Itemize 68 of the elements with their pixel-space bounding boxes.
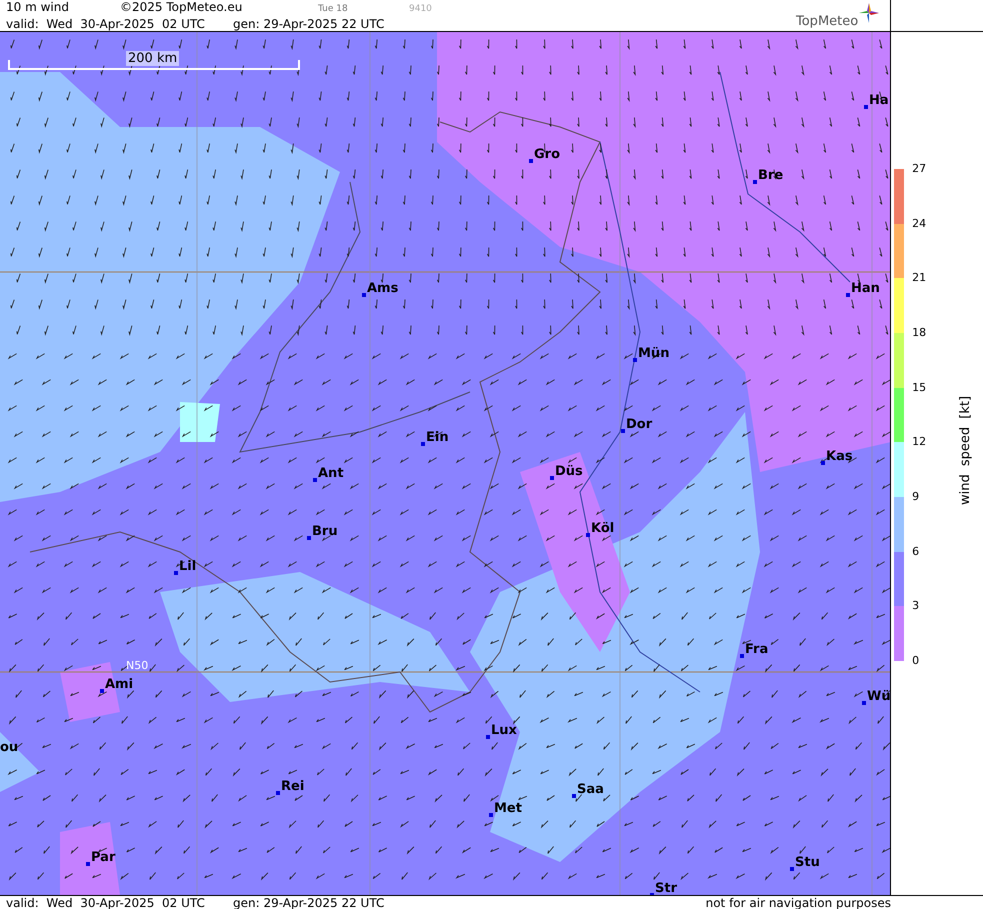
scale-tick-label: 24 [912,216,926,231]
city-marker-icon [753,180,757,184]
city-marker-icon [740,654,744,658]
legend-title: wind speed [kt] [958,395,973,505]
copyright-text: ©2025 TopMeteo.eu [120,0,244,14]
latitude-label: N50 [126,659,148,672]
scale-tick-label: 0 [912,654,920,668]
city-label: Bru [312,524,338,539]
city-marker-icon [633,358,637,362]
city-marker-icon [100,689,104,693]
scale-tick-label: 18 [912,326,926,340]
city-marker-icon [362,293,366,297]
city-marker-icon [421,442,425,446]
scale-tick-label: 12 [912,435,926,450]
city-marker-icon [862,701,866,705]
city-label: Lil [179,559,196,574]
city-label: Han [851,281,880,296]
city-label: Ein [426,430,449,445]
city-label: Str [655,881,677,895]
city-label: Fra [745,642,768,657]
city-label: Dor [626,417,652,432]
city-label: Ams [367,281,398,296]
city-marker-icon [586,533,590,537]
generated-time: gen: 29-Apr-2025 22 UTC [233,16,384,32]
city-marker-icon [550,476,554,480]
city-label: Kas [826,449,853,464]
scale-tick-label: 6 [912,544,920,559]
logo-text: TopMeteo [796,14,858,29]
city-label: Gro [534,147,560,162]
city-label: Lux [491,723,517,738]
city-label: Rei [281,779,304,794]
city-marker-icon [790,867,794,871]
scale-tick-label: 15 [912,380,926,395]
city-label: Ant [318,466,344,481]
city-marker-icon [307,536,311,540]
city-label: Met [494,801,522,816]
city-marker-icon [621,429,625,433]
valid-time: valid: Wed 30-Apr-2025 02 UTC [6,16,206,32]
city-label: Par [91,850,116,865]
city-marker-icon [846,293,850,297]
compass-star-icon [859,3,880,23]
city-label: Saa [577,782,604,797]
day-label: Tue 18 [318,2,349,16]
scale-tick-label: 27 [912,162,926,176]
city-label: ou [0,740,18,755]
city-label: Mün [638,346,670,361]
map-title: 10 m wind [6,0,70,14]
city-label: Ha [869,93,889,108]
city-marker-icon [864,105,868,109]
city-label: Köl [591,521,614,536]
scale-tick-label: 3 [912,599,920,614]
city-marker-icon [86,862,90,866]
scale-tick-label: 21 [912,271,926,286]
city-marker-icon [529,159,533,163]
code-label: 9410 [409,2,432,16]
scale-tick-label: 9 [912,490,920,504]
city-marker-icon [572,794,576,798]
scale-label: 200 km [126,51,180,66]
city-marker-icon [174,571,178,575]
city-marker-icon [276,791,280,795]
city-marker-icon [486,735,490,739]
city-label: Düs [555,464,583,479]
city-marker-icon [313,478,317,482]
city-marker-icon [489,813,493,817]
city-label: Stu [795,855,820,870]
city-label: Wü [867,689,890,704]
city-label: Ami [105,677,134,692]
city-marker-icon [821,461,825,465]
